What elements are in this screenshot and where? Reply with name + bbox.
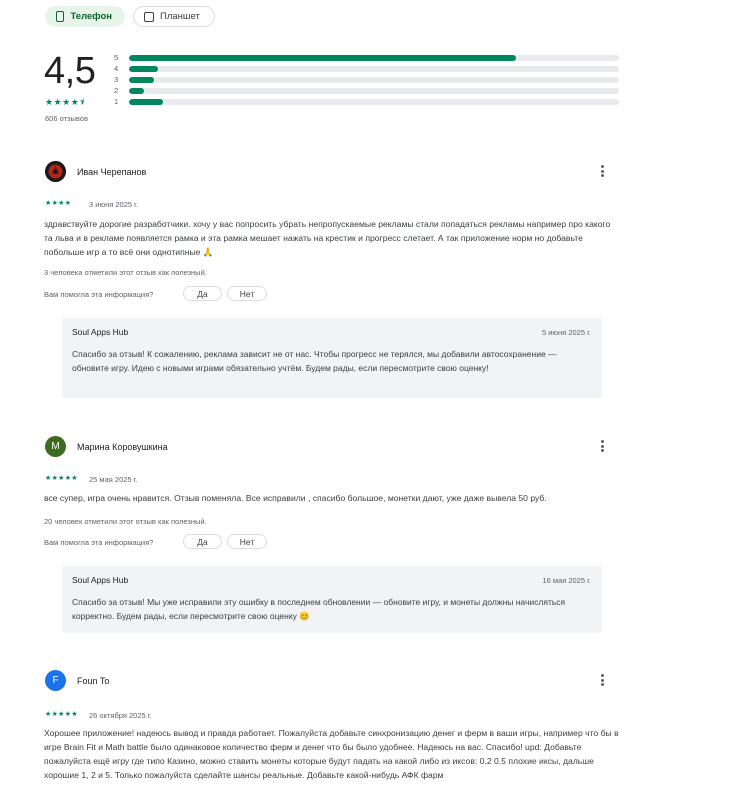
review-date: 3 июня 2025 г. [89,200,139,209]
more-options-icon[interactable] [596,439,608,453]
more-options-icon[interactable] [596,673,608,687]
helpful-count: 3 человека отметили этот отзыв как полез… [44,268,207,277]
review-stars: ★★★★ [45,200,72,207]
reply-text: Спасибо за отзыв! К сожалению, реклама з… [72,349,557,373]
histogram-row: 3 [114,74,619,85]
histogram-bar [129,98,164,105]
review-card: F Foun To ★★★★★ 26 октября 2025 г. Хорош… [44,670,624,797]
helpful-question: Вам помогла эта информация? [44,538,154,547]
histogram-track [129,65,619,72]
developer-name: Soul Apps Hub [72,575,129,585]
phone-chip-label: Телефон [70,11,112,22]
histogram-bar [129,54,517,61]
histogram-bar [129,65,159,72]
histogram-row: 4 [114,63,619,74]
average-stars: ★★★★⯨ [45,97,85,107]
avatar-letter: М [51,441,60,452]
review-card: Иван Черепанов ★★★★ 3 июня 2025 г. здрав… [44,161,624,401]
avatar-image-icon [45,161,66,182]
review-card: М Марина Коровушкина ★★★★★ 25 мая 2025 г… [44,436,624,636]
phone-chip[interactable]: Телефон [45,6,125,27]
histogram-label: 3 [114,75,119,84]
helpful-yes-button[interactable]: Да [183,534,222,549]
more-options-icon[interactable] [596,164,608,178]
review-author: Иван Черепанов [77,167,147,177]
helpful-count: 20 человек отметили этот отзыв как полез… [44,517,207,526]
review-author: Марина Коровушкина [77,442,168,452]
histogram-row: 1 [114,96,619,107]
histogram-label: 4 [114,64,119,73]
histogram-bar [129,76,154,83]
histogram-label: 1 [114,97,119,106]
helpful-question: Вам помогла эта информация? [44,290,154,299]
average-rating: 4,5 [44,50,96,92]
review-text: все супер, игра очень нравится. Отзыв по… [44,493,547,503]
histogram-label: 5 [114,53,119,62]
reply-date: 16 мая 2025 г. [542,576,591,585]
tablet-icon [144,11,154,22]
helpful-no-button[interactable]: Нет [227,534,267,549]
developer-reply: Soul Apps Hub 16 мая 2025 г. Спасибо за … [62,566,602,633]
tablet-chip[interactable]: Планшет [133,6,215,27]
reply-text: Спасибо за отзыв! Мы уже исправили эту о… [72,597,566,621]
histogram-row: 2 [114,85,619,96]
histogram-track [129,76,619,83]
device-filter: Телефон Планшет [45,6,215,27]
histogram-track [129,54,619,61]
review-count: 606 отзывов [45,114,88,123]
review-author: Foun To [77,676,110,686]
histogram-track [129,98,619,105]
histogram-bar [129,87,144,94]
phone-icon [56,11,65,22]
review-date: 26 октября 2025 г. [89,711,152,720]
review-text: здравствуйте дорогие разработчики. хочу … [44,219,611,257]
avatar-letter: F [52,675,59,686]
avatar [45,161,66,182]
histogram-row: 5 [114,52,619,63]
review-stars: ★★★★★ [45,711,78,718]
developer-reply: Soul Apps Hub 5 июня 2025 г. Спасибо за … [62,318,602,398]
helpful-no-button[interactable]: Нет [227,286,267,301]
tablet-chip-label: Планшет [160,11,200,22]
review-stars: ★★★★★ [45,475,78,482]
review-text: Хорошее приложение! надеюсь вывод и прав… [44,728,619,780]
avatar: F [45,670,66,691]
reply-date: 5 июня 2025 г. [541,328,591,337]
rating-histogram: 5 4 3 2 1 [114,52,619,107]
histogram-track [129,87,619,94]
review-date: 25 мая 2025 г. [89,475,138,484]
helpful-yes-button[interactable]: Да [183,286,222,301]
histogram-label: 2 [114,86,119,95]
developer-name: Soul Apps Hub [72,327,129,337]
avatar: М [45,436,66,457]
